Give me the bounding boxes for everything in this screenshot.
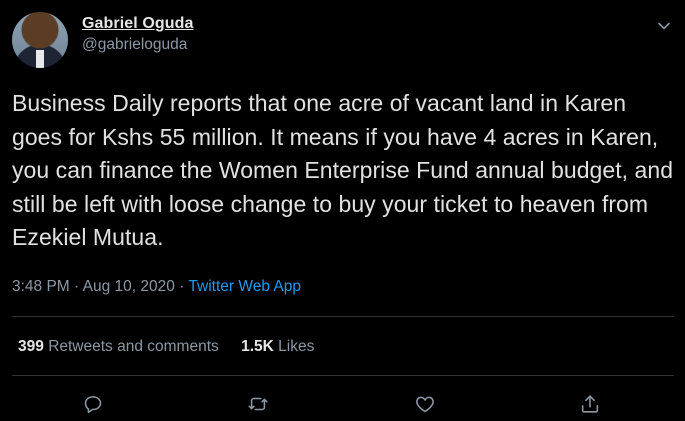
reply-icon[interactable] [81, 392, 105, 416]
tweet-date[interactable]: Aug 10, 2020 [83, 278, 175, 295]
likes-label: Likes [278, 338, 315, 355]
avatar[interactable] [12, 12, 68, 68]
display-name[interactable]: Gabriel Oguda [82, 14, 194, 34]
divider [12, 316, 674, 317]
tweet-text: Business Daily reports that one acre of … [12, 90, 674, 250]
action-bar [0, 392, 685, 416]
tweet-time[interactable]: 3:48 PM [12, 278, 70, 295]
likes-stat[interactable]: 1.5K Likes [241, 337, 314, 357]
user-info: Gabriel Oguda @gabrieloguda [82, 14, 194, 55]
heart-icon[interactable] [413, 392, 437, 416]
tweet-stats: 399 Retweets and comments 1.5K Likes [18, 337, 314, 357]
chevron-down-icon[interactable] [656, 18, 672, 34]
user-handle[interactable]: @gabrieloguda [82, 35, 194, 55]
retweets-count: 399 [18, 338, 44, 355]
divider [12, 375, 674, 376]
retweet-icon[interactable] [246, 392, 270, 416]
tweet-card: Gabriel Oguda @gabrieloguda Business Dai… [0, 0, 685, 421]
avatar-shirt [36, 50, 44, 68]
tweet-source[interactable]: Twitter Web App [188, 278, 301, 295]
meta-separator: · [74, 278, 80, 295]
meta-separator: · [179, 278, 185, 295]
retweets-label: Retweets and comments [48, 338, 219, 355]
likes-count: 1.5K [241, 338, 274, 355]
tweet-header: Gabriel Oguda @gabrieloguda [12, 10, 672, 68]
share-icon[interactable] [578, 392, 602, 416]
retweets-stat[interactable]: 399 Retweets and comments [18, 337, 219, 357]
tweet-meta: 3:48 PM · Aug 10, 2020 · Twitter Web App [12, 277, 301, 297]
